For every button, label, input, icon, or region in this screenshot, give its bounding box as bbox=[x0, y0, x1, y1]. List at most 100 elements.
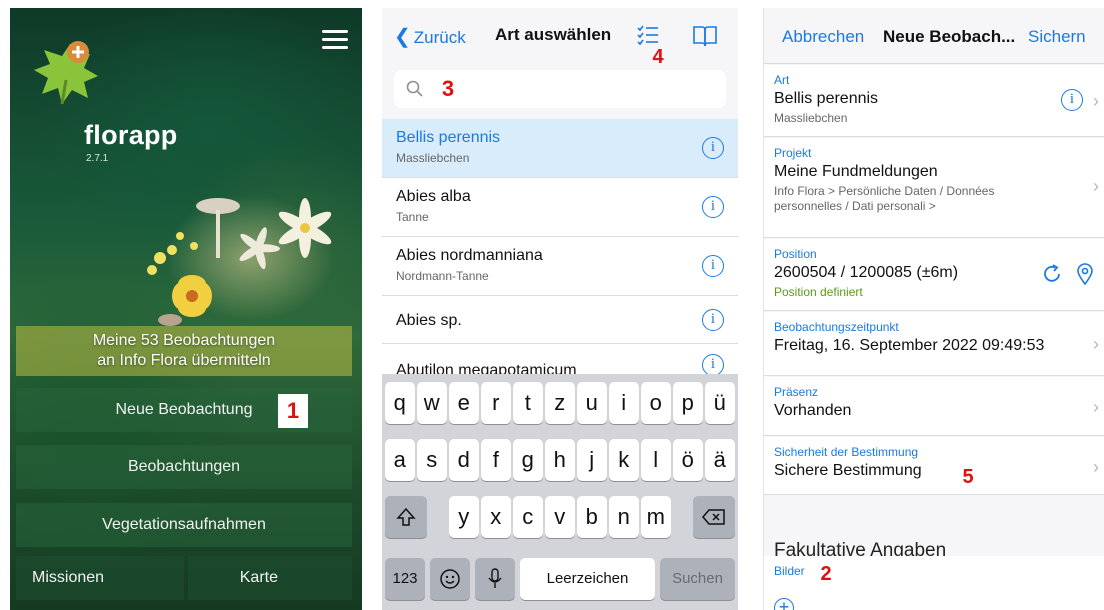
sync-line-2: an Info Flora übermitteln bbox=[97, 352, 271, 369]
presence-field[interactable]: Präsenz Vorhanden › bbox=[764, 377, 1104, 436]
key-a[interactable]: a bbox=[385, 439, 415, 481]
observation-time-field[interactable]: Beobachtungszeitpunkt Freitag, 16. Septe… bbox=[764, 312, 1104, 376]
key-t[interactable]: t bbox=[513, 382, 543, 424]
field-value: Meine Fundmeldungen bbox=[774, 163, 938, 180]
back-button[interactable]: ❮ Zurück bbox=[394, 24, 466, 49]
info-icon[interactable]: i bbox=[702, 309, 724, 331]
info-icon[interactable]: i bbox=[702, 354, 724, 376]
sync-observations-button[interactable]: Meine 53 Beobachtungen an Info Flora übe… bbox=[16, 326, 352, 376]
observations-button[interactable]: Beobachtungen bbox=[16, 445, 352, 489]
key-e[interactable]: e bbox=[449, 382, 479, 424]
emoji-icon bbox=[440, 569, 460, 589]
info-icon[interactable]: i bbox=[702, 255, 724, 277]
chevron-right-icon: › bbox=[1093, 334, 1099, 354]
refresh-icon[interactable] bbox=[1041, 263, 1063, 285]
key-x[interactable]: x bbox=[481, 496, 511, 538]
search-icon bbox=[406, 80, 423, 97]
search-key[interactable]: Suchen bbox=[660, 558, 735, 600]
position-field[interactable]: Position 2600504 / 1200085 (±6m) Positio… bbox=[764, 239, 1104, 311]
backspace-key[interactable] bbox=[693, 496, 735, 538]
key-w[interactable]: w bbox=[417, 382, 447, 424]
hamburger-menu-icon[interactable] bbox=[322, 30, 348, 50]
key-m[interactable]: m bbox=[641, 496, 671, 538]
annotation-badge-2: 2 bbox=[820, 563, 832, 585]
list-item[interactable]: Abies alba Tanne i bbox=[382, 178, 738, 237]
checklist-icon[interactable] bbox=[636, 24, 660, 48]
key-k[interactable]: k bbox=[609, 439, 639, 481]
map-button[interactable]: Karte bbox=[188, 556, 352, 600]
key-z[interactable]: z bbox=[545, 382, 575, 424]
page-title: Art auswählen bbox=[495, 25, 612, 44]
key-o[interactable]: o bbox=[641, 382, 671, 424]
search-input[interactable]: 3 bbox=[394, 70, 726, 108]
common-name: Nordmann-Tanne bbox=[396, 269, 489, 283]
key-d[interactable]: d bbox=[449, 439, 479, 481]
list-item[interactable]: Bellis perennis Massliebchen i bbox=[382, 119, 738, 178]
key-ü[interactable]: ü bbox=[705, 382, 735, 424]
sync-line-1: Meine 53 Beobachtungen bbox=[92, 332, 276, 349]
vegetation-surveys-button[interactable]: Vegetationsaufnahmen bbox=[16, 503, 352, 547]
location-pin-icon[interactable] bbox=[1075, 263, 1095, 285]
list-item[interactable]: Abies nordmanniana Nordmann-Tanne i bbox=[382, 237, 738, 296]
numbers-key[interactable]: 123 bbox=[385, 558, 425, 600]
position-status: Position definiert bbox=[774, 285, 863, 299]
key-f[interactable]: f bbox=[481, 439, 511, 481]
key-l[interactable]: l bbox=[641, 439, 671, 481]
species-list: Bellis perennis Massliebchen i Abies alb… bbox=[382, 119, 738, 379]
on-screen-keyboard: 123 Leerzeichen Suchen qwertzuiopü asdfgh… bbox=[382, 374, 738, 610]
scientific-name: Abies nordmanniana bbox=[396, 247, 543, 264]
info-icon[interactable]: i bbox=[1061, 89, 1083, 111]
key-q[interactable]: q bbox=[385, 382, 415, 424]
save-button[interactable]: Sichern bbox=[1028, 27, 1086, 47]
nav-bar: ❮ Zurück Art auswählen 4 bbox=[382, 8, 738, 68]
back-label: Zurück bbox=[413, 28, 466, 47]
annotation-badge-3: 3 bbox=[441, 76, 455, 101]
missions-button[interactable]: Missionen bbox=[16, 556, 184, 600]
field-subtitle: Massliebchen bbox=[774, 111, 848, 125]
shift-key[interactable] bbox=[385, 496, 427, 538]
microphone-icon bbox=[488, 568, 502, 588]
list-item[interactable]: Abies sp. i bbox=[382, 296, 738, 344]
key-ö[interactable]: ö bbox=[673, 439, 703, 481]
certainty-field[interactable]: Sicherheit der Bestimmung Sichere Bestim… bbox=[764, 437, 1104, 495]
key-i[interactable]: i bbox=[609, 382, 639, 424]
field-subtitle: Info Flora > Persönliche Daten / Données… bbox=[774, 184, 995, 213]
flower-illustration bbox=[147, 198, 332, 326]
emoji-key[interactable] bbox=[430, 558, 470, 600]
key-s[interactable]: s bbox=[417, 439, 447, 481]
book-icon[interactable] bbox=[692, 24, 718, 48]
home-screen: florapp 2.7.1 Meine 53 Beobachtungen an … bbox=[10, 8, 362, 610]
species-field[interactable]: Art Bellis perennis Massliebchen i › bbox=[764, 65, 1104, 137]
key-y[interactable]: y bbox=[449, 496, 479, 538]
key-v[interactable]: v bbox=[545, 496, 575, 538]
chevron-left-icon: ❮ bbox=[394, 26, 411, 48]
chevron-right-icon: › bbox=[1093, 457, 1099, 477]
common-name: Massliebchen bbox=[396, 151, 470, 165]
info-icon[interactable]: i bbox=[702, 196, 724, 218]
project-field[interactable]: Projekt Meine Fundmeldungen Info Flora >… bbox=[764, 138, 1104, 238]
key-u[interactable]: u bbox=[577, 382, 607, 424]
key-p[interactable]: p bbox=[673, 382, 703, 424]
field-label: Beobachtungszeitpunkt bbox=[774, 320, 899, 334]
key-r[interactable]: r bbox=[481, 382, 511, 424]
key-g[interactable]: g bbox=[513, 439, 543, 481]
key-n[interactable]: n bbox=[609, 496, 639, 538]
key-c[interactable]: c bbox=[513, 496, 543, 538]
field-value: Freitag, 16. September 2022 09:49:53 bbox=[774, 337, 1045, 354]
scientific-name: Abies sp. bbox=[396, 312, 462, 329]
chevron-right-icon: › bbox=[1093, 176, 1099, 196]
key-j[interactable]: j bbox=[577, 439, 607, 481]
key-b[interactable]: b bbox=[577, 496, 607, 538]
list-item[interactable]: Abutilon megapotamicum i bbox=[382, 344, 738, 379]
dictation-key[interactable] bbox=[475, 558, 515, 600]
annotation-badge-5: 5 bbox=[962, 466, 974, 488]
info-icon[interactable]: i bbox=[702, 137, 724, 159]
field-label: Präsenz bbox=[774, 385, 819, 399]
common-name: Tanne bbox=[396, 210, 429, 224]
space-key[interactable]: Leerzeichen bbox=[520, 558, 655, 600]
key-ä[interactable]: ä bbox=[705, 439, 735, 481]
cancel-button[interactable]: Abbrechen bbox=[782, 27, 864, 47]
field-value: Vorhanden bbox=[774, 402, 852, 419]
key-h[interactable]: h bbox=[545, 439, 575, 481]
annotation-badge-1: 1 bbox=[278, 394, 308, 428]
